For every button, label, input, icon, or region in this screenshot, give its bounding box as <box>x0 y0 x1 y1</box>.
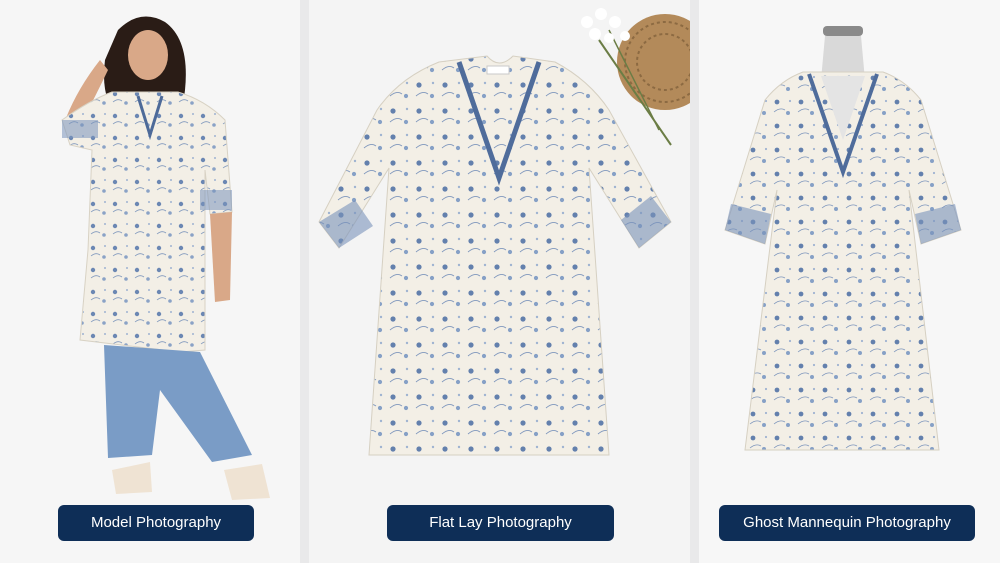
model-photo <box>61 16 270 500</box>
caption-flat-lay-photography: Flat Lay Photography <box>387 505 614 541</box>
caption-model-photography: Model Photography <box>58 505 254 541</box>
flat-lay-photo <box>318 8 690 456</box>
ghost-mannequin-panel: Ghost Mannequin Photography <box>699 0 1000 563</box>
ghost-mannequin-photo <box>724 26 962 451</box>
kurta-flat-lay <box>318 55 672 456</box>
mannequin-cap <box>823 26 863 36</box>
wicker-basket <box>617 14 690 110</box>
flat-lay-panel: Flat Lay Photography <box>309 0 690 563</box>
caption-ghost-mannequin-photography: Ghost Mannequin Photography <box>719 505 975 541</box>
jeans <box>104 345 252 462</box>
face <box>128 30 168 80</box>
model-photo-panel: Model Photography <box>0 0 300 563</box>
